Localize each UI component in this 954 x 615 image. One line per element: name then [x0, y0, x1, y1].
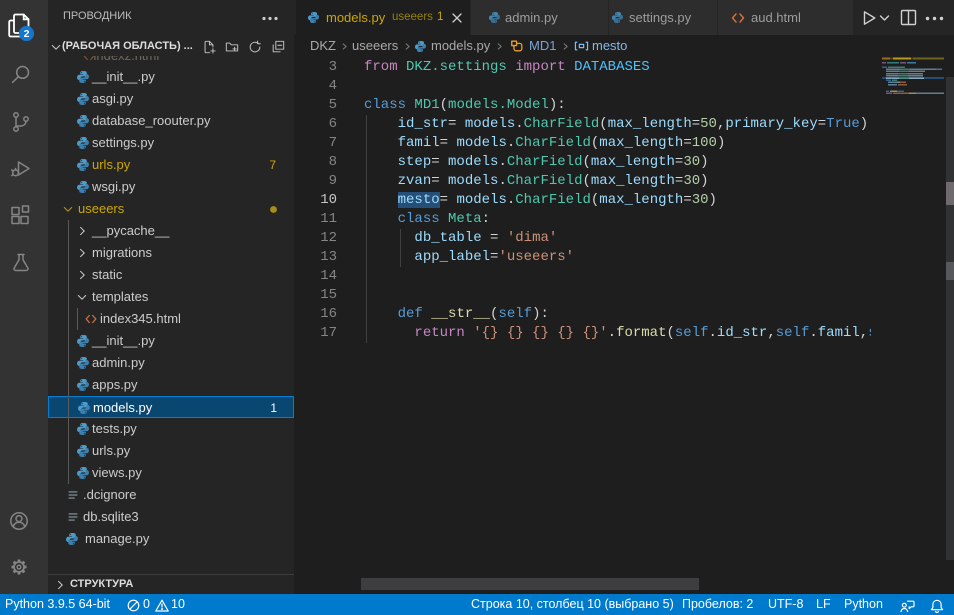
svg-text:2: 2: [24, 28, 30, 40]
